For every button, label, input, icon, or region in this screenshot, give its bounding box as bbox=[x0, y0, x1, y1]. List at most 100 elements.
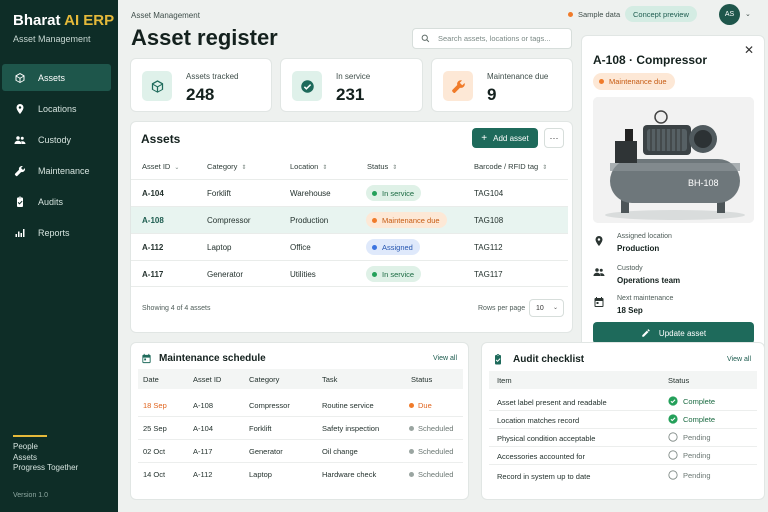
sidebar-item-locations[interactable]: Locations bbox=[2, 95, 111, 122]
column-header: Item bbox=[497, 376, 512, 385]
status-badge: Complete bbox=[668, 396, 715, 406]
table-header: Item Status bbox=[489, 371, 757, 389]
search-input[interactable] bbox=[438, 34, 568, 43]
avatar[interactable]: AS bbox=[719, 4, 740, 25]
column-header: Status bbox=[411, 375, 433, 384]
asset-location: Production bbox=[290, 216, 329, 225]
asset-id: A-108 bbox=[142, 216, 164, 225]
asset-id: A-108 bbox=[193, 401, 214, 410]
cube-icon bbox=[151, 79, 163, 93]
status-badge: Scheduled bbox=[409, 470, 453, 479]
sidebar-item-reports[interactable]: Reports bbox=[2, 219, 111, 246]
check-circle-icon bbox=[300, 79, 314, 93]
table-row[interactable]: A-104 Forklift Warehouse In service TAG1… bbox=[131, 179, 568, 206]
chevron-down-icon[interactable]: ⌄ bbox=[745, 10, 751, 18]
asset-id: A-117 bbox=[193, 447, 213, 456]
table-row[interactable]: A-112 Laptop Office Assigned TAG112 bbox=[131, 233, 568, 260]
empty-circle-icon bbox=[668, 450, 678, 460]
panel-title: Assets bbox=[141, 132, 181, 146]
detail-title: A-108 · Compressor bbox=[593, 53, 708, 67]
checklist-item[interactable]: Physical condition acceptable Pending bbox=[489, 429, 757, 447]
column-header-status[interactable]: Status ⇕ bbox=[367, 162, 397, 171]
asset-id: A-117 bbox=[142, 270, 164, 279]
sidebar-item-assets[interactable]: Assets bbox=[2, 64, 111, 91]
table-row[interactable]: 25 Sep A-104 Forklift Safety inspection … bbox=[138, 417, 463, 440]
stat-value: 248 bbox=[186, 85, 215, 104]
assigned-location-label: Assigned location bbox=[617, 233, 672, 240]
search-box[interactable] bbox=[412, 28, 572, 49]
add-asset-button[interactable]: + Add asset bbox=[472, 128, 538, 148]
task: Oil change bbox=[322, 447, 358, 456]
more-options-button[interactable]: ··· bbox=[544, 128, 564, 148]
status-badge: Pending bbox=[668, 432, 711, 442]
column-header-location[interactable]: Location ⇕ bbox=[290, 162, 327, 171]
clipboard-check-icon bbox=[17, 196, 23, 207]
empty-circle-icon bbox=[668, 432, 678, 442]
table-row[interactable]: A-117 Generator Utilities In service TAG… bbox=[131, 260, 568, 287]
stat-label: Maintenance due bbox=[487, 72, 549, 81]
tagline: People Assets Progress Together bbox=[13, 442, 79, 472]
table-row-selected[interactable]: A-108 Compressor Production Maintenance … bbox=[131, 206, 568, 233]
asset-location: Utilities bbox=[290, 270, 316, 279]
checklist-item[interactable]: Record in system up to date Pending bbox=[489, 467, 757, 485]
table-row[interactable]: 18 Sep A-108 Compressor Routine service … bbox=[138, 394, 463, 417]
location-pin-icon bbox=[595, 236, 603, 246]
view-all-link[interactable]: View all bbox=[433, 355, 457, 362]
category: Forklift bbox=[249, 424, 272, 433]
asset-category: Generator bbox=[207, 270, 244, 279]
sidebar-item-audits[interactable]: Audits bbox=[2, 188, 111, 215]
rows-per-page-select[interactable]: 10 ⌄ bbox=[529, 299, 564, 317]
table-row[interactable]: 02 Oct A-117 Generator Oil change Schedu… bbox=[138, 440, 463, 463]
pencil-icon bbox=[642, 329, 650, 337]
column-header-asset-id[interactable]: Asset ID ⌄ bbox=[142, 162, 179, 171]
stat-icon-box bbox=[142, 71, 172, 101]
people-icon bbox=[14, 135, 26, 144]
version-label: Version 1.0 bbox=[13, 492, 49, 499]
task: Routine service bbox=[322, 401, 374, 410]
breadcrumb[interactable]: Asset Management bbox=[131, 11, 200, 20]
sidebar-item-custody[interactable]: Custody bbox=[2, 126, 111, 153]
asset-location: Office bbox=[290, 243, 311, 252]
column-header-tag[interactable]: Barcode / RFID tag ⇕ bbox=[474, 162, 547, 171]
table-row[interactable]: 14 Oct A-112 Laptop Hardware check Sched… bbox=[138, 463, 463, 486]
checklist-item[interactable]: Asset label present and readable Complet… bbox=[489, 393, 757, 411]
status-badge: Scheduled bbox=[409, 447, 453, 456]
view-all-link[interactable]: View all bbox=[727, 356, 751, 363]
column-header: Task bbox=[322, 375, 338, 384]
category: Laptop bbox=[249, 470, 272, 479]
calendar-icon bbox=[142, 353, 151, 364]
next-maintenance-label: Next maintenance bbox=[617, 295, 674, 302]
brand-logo: Bharat AI ERP bbox=[13, 12, 115, 29]
status-badge: Maintenance due bbox=[366, 212, 447, 228]
chevron-down-icon: ⌄ bbox=[552, 305, 558, 311]
sidebar-item-label: Reports bbox=[38, 227, 70, 238]
checklist-item[interactable]: Accessories accounted for Pending bbox=[489, 447, 757, 465]
sidebar-item-maintenance[interactable]: Maintenance bbox=[2, 157, 111, 184]
stat-label: Assets tracked bbox=[186, 72, 239, 81]
category: Generator bbox=[249, 447, 283, 456]
update-asset-button[interactable]: Update asset bbox=[593, 322, 754, 344]
status-dot bbox=[568, 12, 573, 17]
asset-tag: TAG108 bbox=[474, 216, 504, 225]
search-icon bbox=[421, 34, 430, 43]
sidebar-item-label: Assets bbox=[38, 72, 66, 83]
column-header: Status bbox=[668, 376, 690, 385]
checklist-item-label: Physical condition acceptable bbox=[497, 434, 596, 443]
checklist-item-label: Location matches record bbox=[497, 416, 580, 425]
location-pin-icon bbox=[16, 103, 24, 114]
close-icon[interactable]: ✕ bbox=[744, 43, 754, 57]
tagline-accent bbox=[13, 435, 47, 437]
next-maintenance-value: 18 Sep bbox=[617, 306, 643, 315]
asset-id: A-112 bbox=[142, 243, 164, 252]
wrench-icon bbox=[14, 165, 26, 176]
stat-value: 9 bbox=[487, 85, 497, 104]
asset-id: A-104 bbox=[142, 189, 164, 198]
date: 25 Sep bbox=[143, 424, 167, 433]
check-circle-icon bbox=[668, 414, 678, 424]
checklist-item[interactable]: Location matches record Complete bbox=[489, 411, 757, 429]
task: Hardware check bbox=[322, 470, 377, 479]
column-header-category[interactable]: Category ⇕ bbox=[207, 162, 246, 171]
check-circle-icon bbox=[668, 396, 678, 406]
sidebar-item-label: Custody bbox=[38, 134, 72, 145]
asset-id: A-104 bbox=[193, 424, 214, 433]
